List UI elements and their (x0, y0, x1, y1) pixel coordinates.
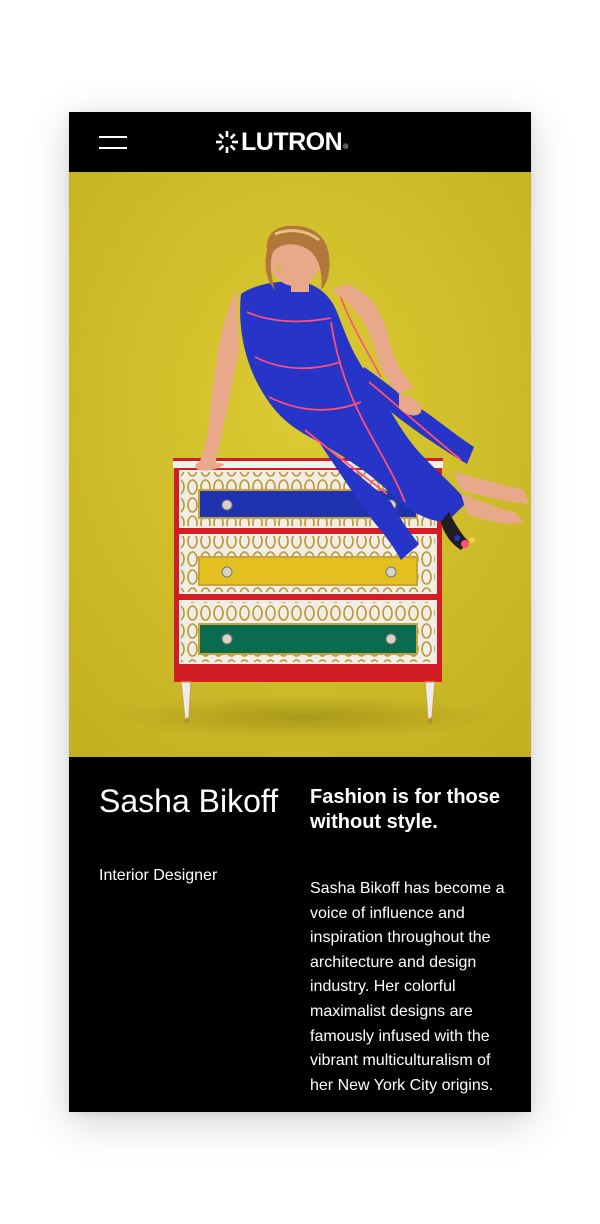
lutron-logo[interactable]: LUTRON ® (215, 128, 348, 156)
hamburger-icon[interactable] (99, 134, 127, 150)
brand-name: LUTRON (241, 128, 343, 156)
designer-name: Sasha Bikoff (99, 783, 279, 819)
top-navigation-bar: LUTRON ® (69, 112, 531, 172)
profile-section: Sasha Bikoff Interior Designer Fashion i… (69, 757, 531, 1112)
hamburger-line (99, 136, 127, 138)
floor-shadow (114, 695, 494, 739)
hero-photo (69, 172, 531, 757)
hamburger-line (99, 147, 127, 149)
profile-headline: Fashion is for those without style. (310, 786, 501, 833)
lutron-burst-icon (216, 131, 238, 153)
designer-role: Interior Designer (99, 867, 218, 884)
hero-illustration (69, 172, 531, 757)
mobile-page: LUTRON ® Sasha Bikoff Interior Designer … (69, 112, 531, 1112)
profile-body: Sasha Bikoff has become a voice of influ… (310, 880, 505, 1094)
registered-mark: ® (343, 143, 349, 151)
